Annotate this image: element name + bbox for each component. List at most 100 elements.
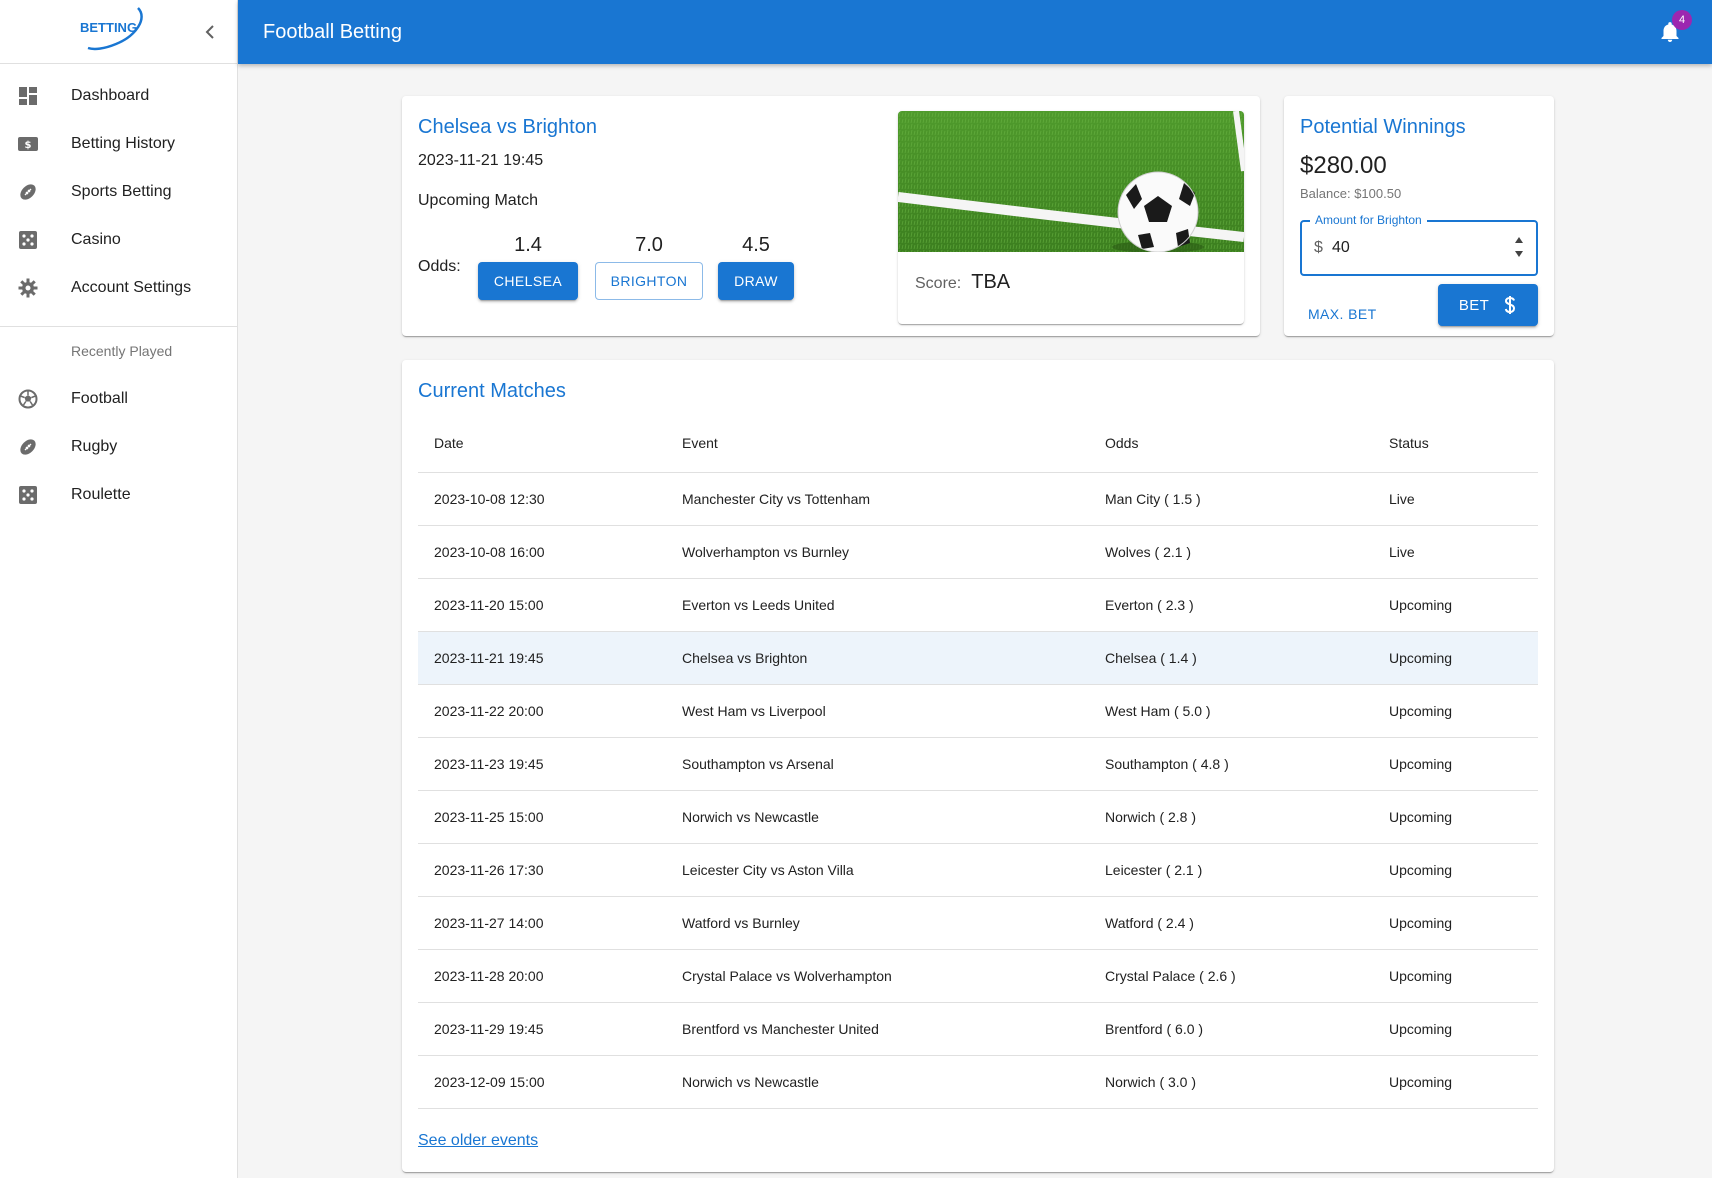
chevron-left-icon[interactable] bbox=[198, 20, 222, 44]
main-nav: Dashboard $ Betting History Sports Betti… bbox=[0, 64, 237, 312]
current-matches-title: Current Matches bbox=[418, 380, 566, 402]
dollar-icon bbox=[1505, 296, 1516, 314]
sidebar-item-label: Account Settings bbox=[71, 279, 192, 296]
cell-status: Upcoming bbox=[1373, 684, 1538, 738]
cell-date: 2023-11-27 14:00 bbox=[418, 896, 666, 950]
cell-date: 2023-10-08 16:00 bbox=[418, 525, 666, 579]
cell-status: Upcoming bbox=[1373, 1002, 1538, 1056]
odds-value: 1.4 bbox=[514, 234, 542, 256]
cell-status: Upcoming bbox=[1373, 737, 1538, 791]
money-icon: $ bbox=[16, 132, 40, 156]
sidebar-item-betting-history[interactable]: $ Betting History bbox=[0, 120, 237, 168]
sidebar-item-label: Sports Betting bbox=[71, 183, 172, 200]
cell-date: 2023-11-29 19:45 bbox=[418, 1002, 666, 1056]
table-row[interactable]: 2023-10-08 12:30 Manchester City vs Totte… bbox=[418, 472, 1538, 526]
table-row[interactable]: 2023-12-09 15:00 Norwich vs Newcastle Norw… bbox=[418, 1055, 1538, 1109]
cell-status: Live bbox=[1373, 525, 1538, 579]
cell-event: Brentford vs Manchester United bbox=[666, 1002, 1089, 1056]
current-matches-card: Current Matches Date Event Odds Status 2… bbox=[402, 360, 1554, 1172]
dice-icon bbox=[16, 483, 40, 507]
table-row[interactable]: 2023-11-27 14:00 Watford vs Burnley Watfor… bbox=[418, 896, 1538, 950]
sidebar-item-label: Rugby bbox=[71, 438, 118, 455]
football-icon bbox=[16, 180, 40, 204]
score-card: Score: TBA bbox=[898, 111, 1244, 324]
cell-status: Upcoming bbox=[1373, 790, 1538, 844]
table-row[interactable]: 2023-11-29 19:45 Brentford vs Manchester … bbox=[418, 1002, 1538, 1056]
score-value: TBA bbox=[971, 271, 1011, 293]
svg-text:BETTING: BETTING bbox=[80, 20, 137, 35]
sidebar-item-sports-betting[interactable]: Sports Betting bbox=[0, 168, 237, 216]
column-header-odds[interactable]: Odds bbox=[1089, 414, 1373, 473]
cell-event: Southampton vs Arsenal bbox=[666, 737, 1089, 791]
sidebar-item-roulette[interactable]: Roulette bbox=[0, 471, 237, 519]
column-header-event[interactable]: Event bbox=[666, 414, 1089, 473]
cell-date: 2023-10-08 12:30 bbox=[418, 472, 666, 526]
currency-prefix: $ bbox=[1314, 239, 1323, 256]
stepper-up-icon[interactable] bbox=[1515, 237, 1523, 243]
cell-date: 2023-11-25 15:00 bbox=[418, 790, 666, 844]
bet-amount-field[interactable]: Amount for Brighton $ bbox=[1300, 213, 1538, 276]
cell-date: 2023-12-09 15:00 bbox=[418, 1055, 666, 1109]
score-line: Score: TBA bbox=[915, 271, 1010, 294]
betting-logo[interactable]: BETTING bbox=[76, 4, 156, 56]
cell-status: Upcoming bbox=[1373, 949, 1538, 1003]
sidebar-item-rugby[interactable]: Rugby bbox=[0, 423, 237, 471]
amount-stepper[interactable] bbox=[1512, 237, 1526, 257]
svg-text:$: $ bbox=[25, 140, 32, 151]
bet-amount-input[interactable] bbox=[1332, 236, 1492, 260]
cell-odds: Leicester ( 2.1 ) bbox=[1089, 843, 1373, 897]
winnings-amount: $280.00 bbox=[1300, 152, 1387, 179]
cell-odds: West Ham ( 5.0 ) bbox=[1089, 684, 1373, 738]
sidebar-item-account-settings[interactable]: Account Settings bbox=[0, 264, 237, 312]
cell-status: Upcoming bbox=[1373, 631, 1538, 685]
bet-button[interactable]: BET bbox=[1438, 284, 1538, 326]
table-row[interactable]: 2023-11-20 15:00 Everton vs Leeds United E… bbox=[418, 578, 1538, 632]
table-row[interactable]: 2023-11-28 20:00 Crystal Palace vs Wolver… bbox=[418, 949, 1538, 1003]
match-datetime: 2023-11-21 19:45 bbox=[418, 152, 544, 169]
table-row[interactable]: 2023-11-21 19:45 Chelsea vs Brighton Chels… bbox=[418, 631, 1538, 685]
gear-icon bbox=[16, 276, 40, 300]
cell-date: 2023-11-26 17:30 bbox=[418, 843, 666, 897]
sidebar-item-label: Football bbox=[71, 390, 128, 407]
cell-event: Watford vs Burnley bbox=[666, 896, 1089, 950]
cell-date: 2023-11-28 20:00 bbox=[418, 949, 666, 1003]
cell-odds: Watford ( 2.4 ) bbox=[1089, 896, 1373, 950]
cell-odds: Norwich ( 3.0 ) bbox=[1089, 1055, 1373, 1109]
max-bet-button[interactable]: MAX. BET bbox=[1300, 296, 1385, 332]
cell-event: Leicester City vs Aston Villa bbox=[666, 843, 1089, 897]
bet-brighton-button[interactable]: BRIGHTON bbox=[595, 262, 703, 300]
cell-event: Wolverhampton vs Burnley bbox=[666, 525, 1089, 579]
table-row[interactable]: 2023-10-08 16:00 Wolverhampton vs Burnley… bbox=[418, 525, 1538, 579]
cell-event: Manchester City vs Tottenham bbox=[666, 472, 1089, 526]
notification-badge: 4 bbox=[1672, 10, 1692, 30]
table-row[interactable]: 2023-11-26 17:30 Leicester City vs Aston … bbox=[418, 843, 1538, 897]
bet-chelsea-button[interactable]: CHELSEA bbox=[478, 262, 578, 300]
cell-status: Upcoming bbox=[1373, 896, 1538, 950]
cell-status: Upcoming bbox=[1373, 1055, 1538, 1109]
matches-table-body: 2023-10-08 12:30 Manchester City vs Totte… bbox=[418, 472, 1538, 1109]
cell-date: 2023-11-22 20:00 bbox=[418, 684, 666, 738]
sidebar-item-dashboard[interactable]: Dashboard bbox=[0, 72, 237, 120]
sidebar: BETTING Dashboard $ Betting History Spor… bbox=[0, 0, 238, 1178]
table-row[interactable]: 2023-11-25 15:00 Norwich vs Newcastle Norw… bbox=[418, 790, 1538, 844]
table-row[interactable]: 2023-11-22 20:00 West Ham vs Liverpool Wes… bbox=[418, 684, 1538, 738]
sidebar-item-label: Casino bbox=[71, 231, 121, 248]
sidebar-item-casino[interactable]: Casino bbox=[0, 216, 237, 264]
table-row[interactable]: 2023-11-23 19:45 Southampton vs Arsenal So… bbox=[418, 737, 1538, 791]
cell-event: Norwich vs Newcastle bbox=[666, 790, 1089, 844]
odds-option-draw: 4.5 DRAW bbox=[717, 234, 795, 300]
cell-event: Chelsea vs Brighton bbox=[666, 631, 1089, 685]
cell-date: 2023-11-20 15:00 bbox=[418, 578, 666, 632]
page-title: Football Betting bbox=[263, 20, 402, 43]
column-header-date[interactable]: Date bbox=[418, 414, 666, 473]
cell-status: Upcoming bbox=[1373, 843, 1538, 897]
dice-icon bbox=[16, 228, 40, 252]
cell-date: 2023-11-21 19:45 bbox=[418, 631, 666, 685]
stepper-down-icon[interactable] bbox=[1515, 251, 1523, 257]
column-header-status[interactable]: Status bbox=[1373, 414, 1538, 473]
see-older-events-link[interactable]: See older events bbox=[418, 1132, 538, 1150]
cell-event: Crystal Palace vs Wolverhampton bbox=[666, 949, 1089, 1003]
winnings-card: Potential Winnings $280.00 Balance: $100… bbox=[1284, 96, 1554, 336]
sidebar-item-football[interactable]: Football bbox=[0, 375, 237, 423]
bet-draw-button[interactable]: DRAW bbox=[718, 262, 794, 300]
